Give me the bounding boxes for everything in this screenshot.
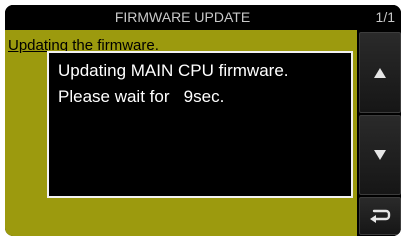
back-button[interactable] bbox=[359, 197, 401, 235]
screen: FIRMWARE UPDATE 1/1 Updating the firmwar… bbox=[0, 0, 406, 241]
scroll-up-button[interactable] bbox=[359, 32, 401, 113]
return-icon bbox=[370, 209, 391, 223]
progress-dialog: Updating MAIN CPU firmware. Please wait … bbox=[47, 51, 353, 198]
page-title: FIRMWARE UPDATE bbox=[114, 9, 251, 25]
main-content: Updating the firmware. Updating MAIN CPU… bbox=[5, 30, 357, 236]
dialog-countdown: Please wait for 9sec. bbox=[58, 87, 225, 106]
title-bar: FIRMWARE UPDATE 1/1 bbox=[5, 5, 401, 30]
scroll-down-button[interactable] bbox=[359, 115, 401, 195]
arrow-up-icon bbox=[374, 67, 386, 78]
dialog-message: Updating MAIN CPU firmware. bbox=[58, 61, 289, 80]
side-button-column bbox=[359, 30, 401, 236]
page-indicator: 1/1 bbox=[375, 9, 395, 25]
arrow-down-icon bbox=[374, 150, 386, 160]
display-panel: FIRMWARE UPDATE 1/1 Updating the firmwar… bbox=[5, 5, 401, 236]
